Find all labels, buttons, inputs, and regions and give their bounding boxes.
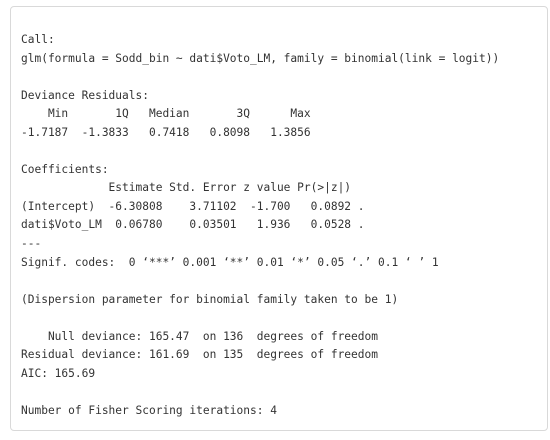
coefficient-row-intercept: (Intercept) -6.30808 3.71102 -1.700 0.08… [21, 199, 365, 213]
coefficient-row-voto-lm: dati$Voto_LM 0.06780 0.03501 1.936 0.052… [21, 218, 365, 232]
signif-codes: Signif. codes: 0 ‘***’ 0.001 ‘**’ 0.01 ‘… [21, 255, 439, 269]
call-header: Call: [21, 33, 55, 46]
fisher-scoring-iterations: Number of Fisher Scoring iterations: 4 [21, 403, 277, 417]
dispersion-note: (Dispersion parameter for binomial famil… [21, 292, 399, 306]
residual-deviance: Residual deviance: 161.69 on 135 degrees… [21, 348, 378, 362]
glm-summary-output: Call: glm(formula = Sodd_bin ~ dati$Voto_… [21, 31, 499, 420]
separator: --- [21, 237, 42, 251]
residuals-column-headers: Min 1Q Median 3Q Max [21, 107, 311, 121]
residuals-values: -1.7187 -1.3833 0.7418 0.8098 1.3856 [21, 125, 311, 139]
glm-call: glm(formula = Sodd_bin ~ dati$Voto_LM, f… [21, 51, 500, 65]
aic: AIC: 165.69 [21, 366, 96, 380]
r-output-panel: Call: glm(formula = Sodd_bin ~ dati$Voto_… [10, 6, 548, 431]
coefficients-header: Coefficients: [21, 162, 109, 176]
deviance-residuals-header: Deviance Residuals: [21, 88, 149, 102]
null-deviance: Null deviance: 165.47 on 136 degrees of … [21, 329, 378, 343]
coefficients-column-headers: Estimate Std. Error z value Pr(>|z|) [21, 181, 352, 195]
